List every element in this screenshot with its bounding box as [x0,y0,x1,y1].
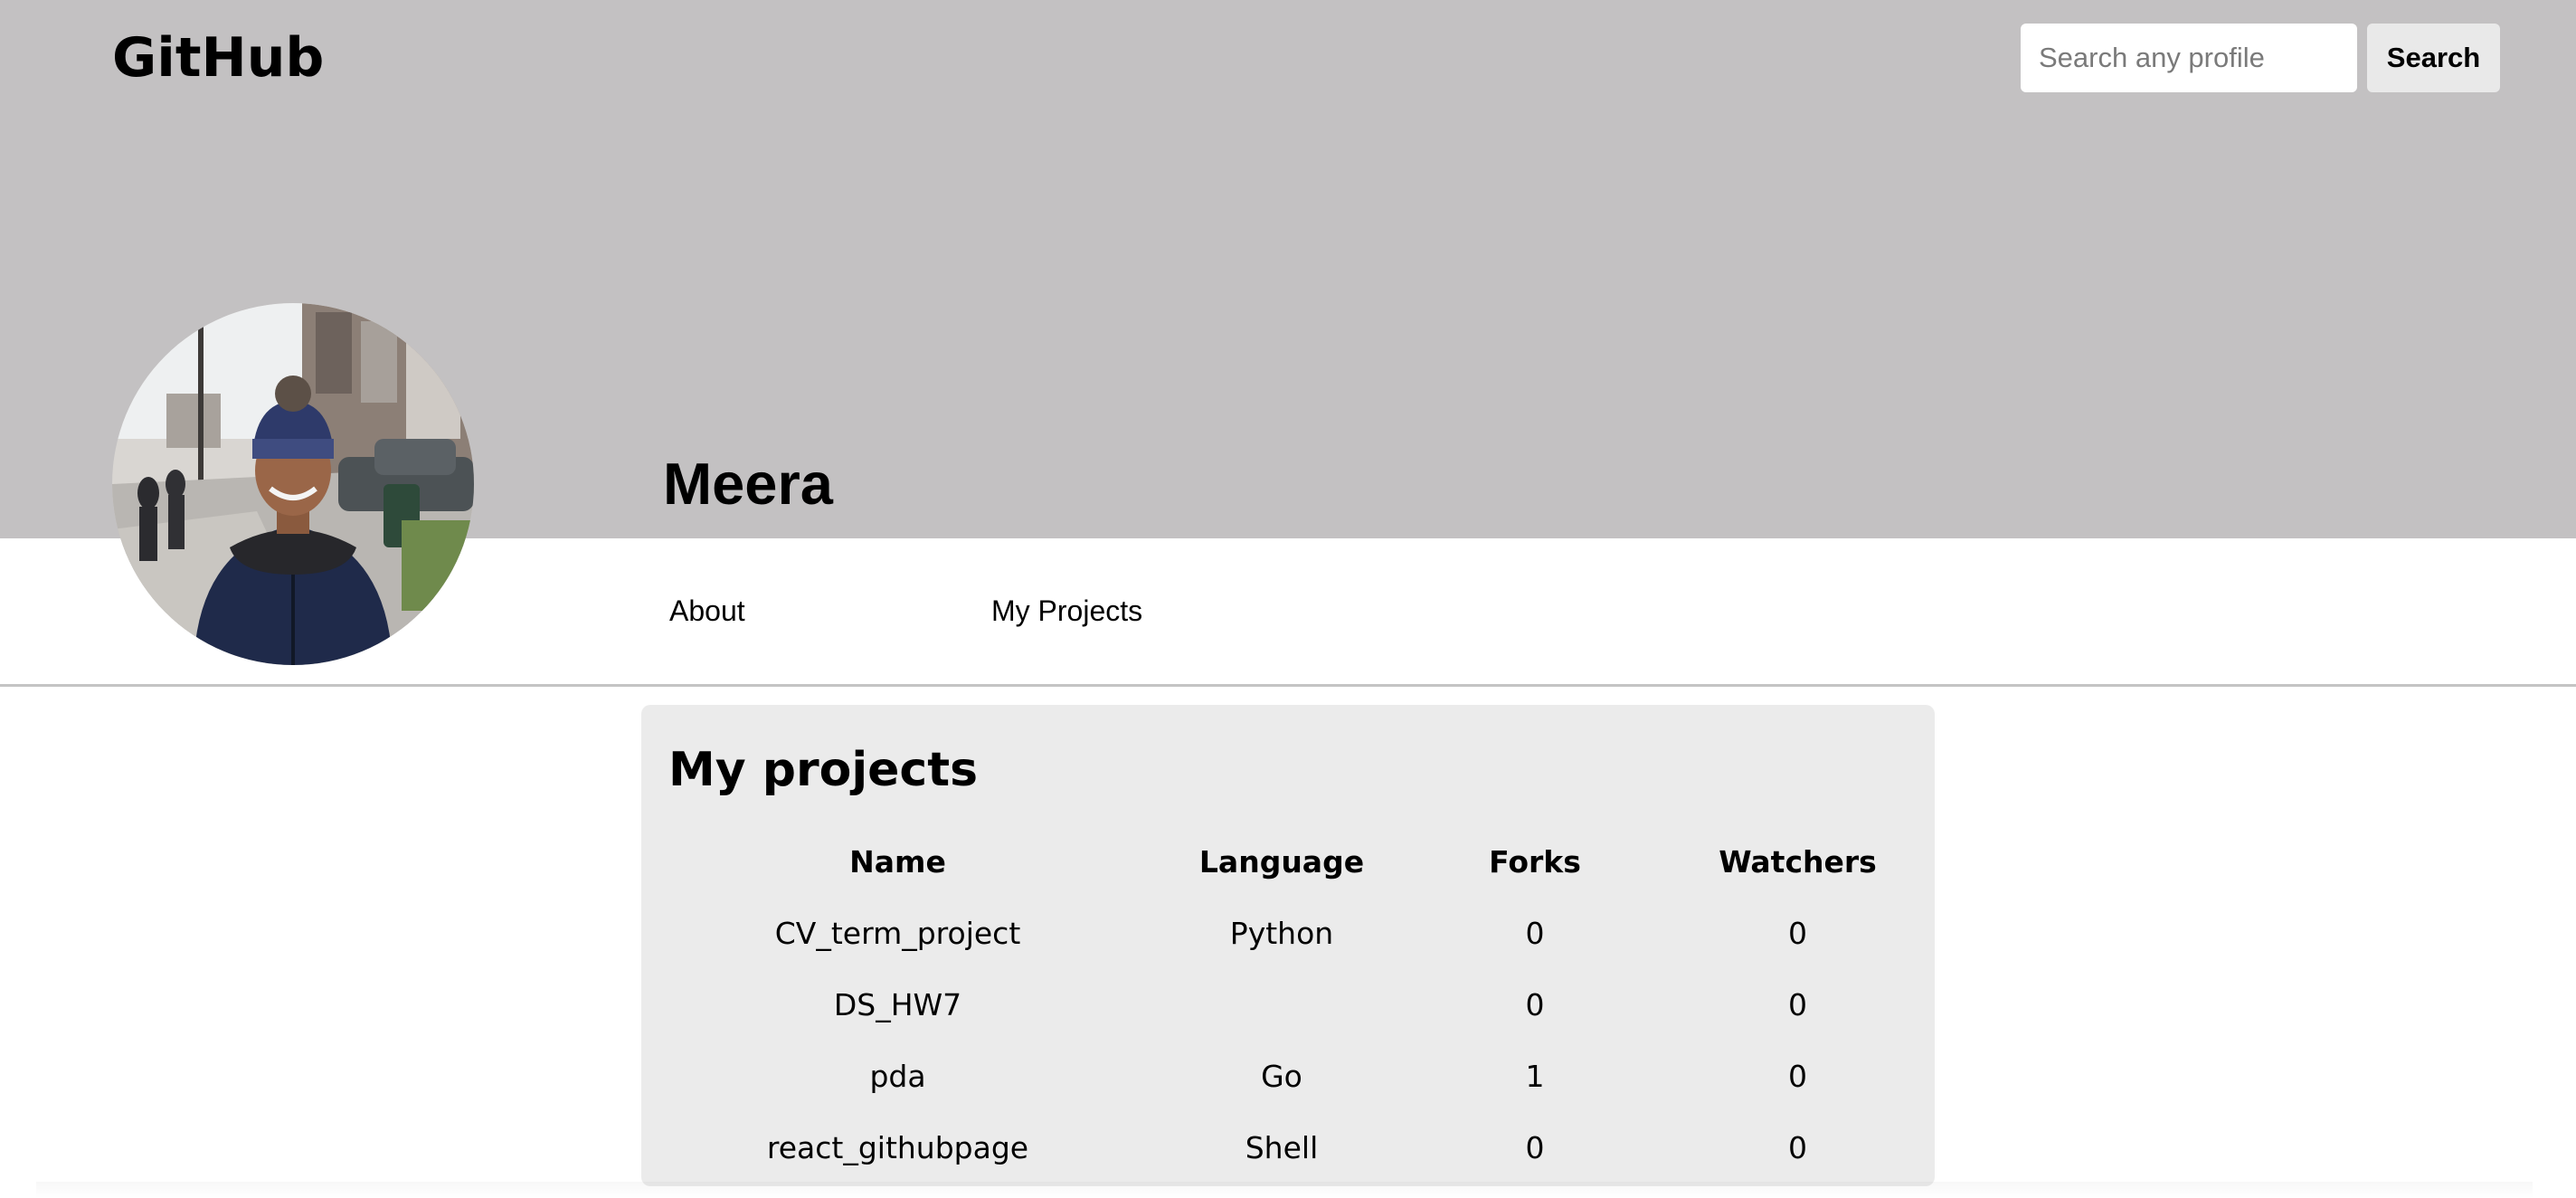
project-forks: 0 [1525,1130,1545,1165]
project-name: pda [869,1059,926,1094]
tab-about[interactable]: About [669,593,745,629]
projects-title: My projects [668,743,979,797]
project-forks: 0 [1525,987,1545,1022]
projects-table: Name Language Forks Watchers CV_term_pro… [641,826,1935,1184]
column-header-language: Language [1198,844,1365,879]
project-watchers: 0 [1788,987,1807,1022]
search-button[interactable]: Search [2367,24,2500,92]
project-language: Go [1261,1059,1302,1094]
tab-my-projects[interactable]: My Projects [991,593,1142,629]
column-header-forks: Forks [1489,844,1581,879]
avatar [112,303,474,665]
table-row: CV_term_project Python 0 0 [641,898,1935,969]
project-language: Shell [1245,1130,1319,1165]
project-watchers: 0 [1788,1059,1807,1094]
project-language [1154,969,1409,1041]
table-row: pda Go 1 0 [641,1041,1935,1112]
table-row: DS_HW7 0 0 [641,969,1935,1041]
project-watchers: 0 [1788,1130,1807,1165]
project-watchers: 0 [1788,916,1807,951]
project-language: Python [1229,916,1334,951]
column-header-watchers: Watchers [1719,844,1877,879]
project-name: react_githubpage [766,1130,1029,1165]
tabs-divider [0,684,2576,687]
github-logo[interactable]: GitHub [112,25,324,90]
project-name: DS_HW7 [833,987,962,1022]
bottom-shadow [36,1182,2533,1198]
table-row: react_githubpage Shell 0 0 [641,1112,1935,1184]
project-name: CV_term_project [774,916,1021,951]
profile-name: Meera [663,451,833,517]
avatar-photo [112,303,474,665]
project-forks: 1 [1525,1059,1545,1094]
column-header-name: Name [849,844,946,879]
project-forks: 0 [1525,916,1545,951]
projects-card: My projects Name Language Forks Watchers… [641,705,1935,1186]
search-input[interactable] [2021,24,2357,92]
table-header-row: Name Language Forks Watchers [641,826,1935,898]
